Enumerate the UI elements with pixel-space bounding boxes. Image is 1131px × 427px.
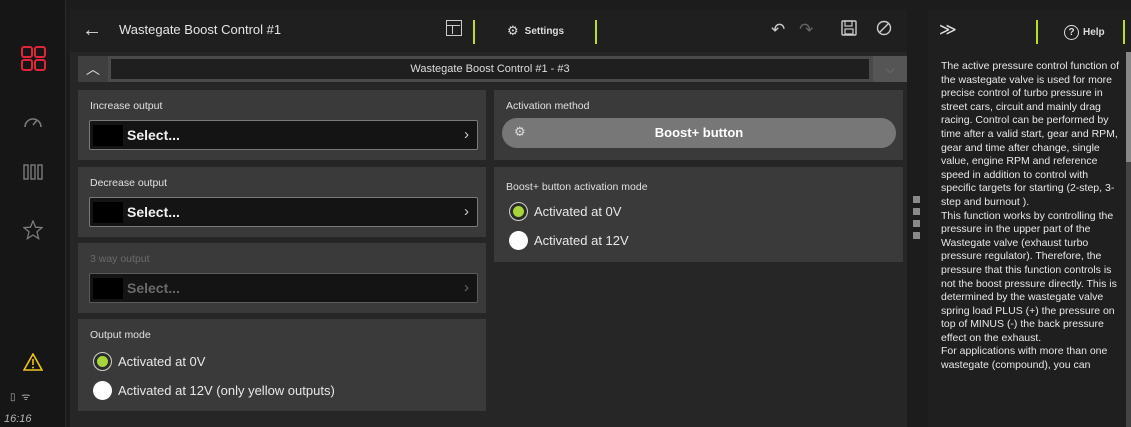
select-value: Select... <box>127 204 180 220</box>
color-swatch <box>93 278 123 299</box>
output-mode-label: Output mode <box>90 329 151 341</box>
back-arrow-icon[interactable]: ← <box>82 19 102 42</box>
question-icon: ? <box>1064 25 1079 40</box>
boost-activation-mode-label: Boost+ button activation mode <box>506 181 648 193</box>
boost-plus-button[interactable]: ⚙ Boost+ button <box>502 118 896 148</box>
scroll-thumb[interactable] <box>1126 52 1131 162</box>
color-swatch <box>93 125 123 146</box>
splitter-handle[interactable] <box>913 196 920 244</box>
output-mode-option-0v[interactable]: Activated at 0V <box>93 352 205 371</box>
divider <box>473 20 475 44</box>
collapse-chevron-icon[interactable]: ︿ <box>78 56 108 82</box>
help-button[interactable]: ? Help <box>1064 25 1105 40</box>
section-selector[interactable]: Wastegate Boost Control #1 - #3 <box>111 59 869 79</box>
handle-dot <box>913 196 920 203</box>
color-swatch <box>93 202 123 223</box>
columns-icon[interactable] <box>21 160 45 184</box>
radio-selected-icon <box>509 202 528 221</box>
increase-output-panel: Increase output Select... › <box>78 90 486 160</box>
decrease-output-select[interactable]: Select... › <box>89 197 478 227</box>
status-icons: ▯ ᯤ <box>10 389 30 403</box>
redo-icon[interactable]: ↷ <box>799 20 813 40</box>
help-scrollbar[interactable] <box>1126 52 1131 427</box>
star-icon[interactable] <box>21 218 45 242</box>
left-rail: ▯ ᯤ 16:16 <box>0 0 66 427</box>
help-label: Help <box>1083 27 1105 38</box>
gauge-icon[interactable] <box>21 110 45 134</box>
radio-unselected-icon <box>509 231 528 250</box>
option-label: Activated at 0V <box>118 354 206 369</box>
settings-label: Settings <box>524 25 565 37</box>
wifi-icon: ᯤ <box>21 392 31 403</box>
select-value: Select... <box>127 127 180 143</box>
collapse-help-icon[interactable]: ≫ <box>939 20 957 40</box>
section-dropdown-icon[interactable]: ⌵ <box>873 56 907 82</box>
decrease-output-label: Decrease output <box>90 177 168 189</box>
decrease-output-panel: Decrease output Select... › <box>78 167 486 237</box>
battery-icon: ▯ <box>10 392 16 403</box>
divider <box>595 20 597 44</box>
handle-dot <box>913 232 920 239</box>
output-mode-panel: Output mode Activated at 0V Activated at… <box>78 319 486 411</box>
undo-icon[interactable]: ↶ <box>771 20 785 40</box>
divider <box>1036 20 1038 44</box>
save-icon[interactable] <box>841 20 857 41</box>
section-bar: ︿ Wastegate Boost Control #1 - #3 ⌵ <box>78 56 907 82</box>
divider <box>1123 20 1125 44</box>
help-text: The active pressure control function of … <box>941 60 1120 372</box>
chevron-right-icon: › <box>464 279 469 296</box>
cancel-icon[interactable] <box>876 20 892 41</box>
select-value: Select... <box>127 280 180 296</box>
page-title: Wastegate Boost Control #1 <box>119 22 282 37</box>
table-view-icon[interactable] <box>446 20 462 36</box>
boost-button-label: Boost+ button <box>654 125 744 140</box>
help-panel: ≫ ? Help The active pressure control fun… <box>928 10 1131 427</box>
boost-mode-option-12v[interactable]: Activated at 12V <box>509 231 629 250</box>
gear-icon: ⚙ <box>507 23 519 38</box>
top-toolbar: ← Wastegate Boost Control #1 ⚙ Settings … <box>70 10 907 52</box>
main-panel: ← Wastegate Boost Control #1 ⚙ Settings … <box>70 10 907 427</box>
warning-icon[interactable] <box>21 350 45 374</box>
handle-dot <box>913 220 920 227</box>
option-label: Activated at 12V <box>534 233 629 248</box>
option-label: Activated at 0V <box>534 204 622 219</box>
three-way-output-select[interactable]: Select... › <box>89 273 478 303</box>
grid-logo-icon[interactable] <box>21 46 47 72</box>
activation-method-panel: Activation method ⚙ Boost+ button <box>494 90 903 160</box>
chevron-right-icon: › <box>464 203 469 220</box>
three-way-output-panel: 3 way output Select... › <box>78 243 486 313</box>
output-mode-option-12v[interactable]: Activated at 12V (only yellow outputs) <box>93 381 335 400</box>
option-label: Activated at 12V (only yellow outputs) <box>118 383 335 398</box>
activation-method-label: Activation method <box>506 100 590 112</box>
three-way-output-label: 3 way output <box>90 253 150 265</box>
clock: 16:16 <box>4 413 32 425</box>
increase-output-label: Increase output <box>90 100 163 112</box>
increase-output-select[interactable]: Select... › <box>89 120 478 150</box>
help-toolbar: ≫ ? Help <box>928 10 1131 52</box>
chevron-right-icon: › <box>464 126 469 143</box>
boost-activation-mode-panel: Boost+ button activation mode Activated … <box>494 167 903 262</box>
boost-mode-option-0v[interactable]: Activated at 0V <box>509 202 621 221</box>
radio-selected-icon <box>93 352 112 371</box>
handle-dot <box>913 208 920 215</box>
settings-button[interactable]: ⚙ Settings <box>507 23 564 39</box>
radio-unselected-icon <box>93 381 112 400</box>
